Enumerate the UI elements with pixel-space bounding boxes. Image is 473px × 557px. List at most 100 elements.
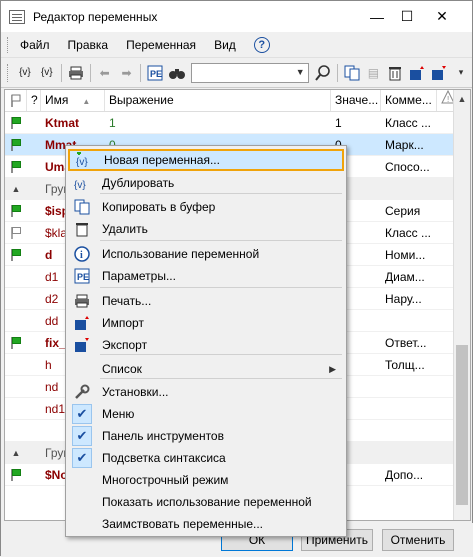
- menu-variable[interactable]: Переменная: [126, 38, 196, 52]
- new-variable-icon[interactable]: {v}: [14, 62, 36, 84]
- delete-icon: [68, 221, 96, 237]
- toolbar-separator: [89, 63, 91, 82]
- context-menu-item[interactable]: Установки...: [68, 381, 344, 403]
- redo-icon[interactable]: ➡: [116, 62, 138, 84]
- search-combo[interactable]: ▼: [191, 62, 309, 83]
- context-menu-item[interactable]: {v} Дублировать: [68, 172, 344, 194]
- duplicate-icon: {v}: [68, 175, 96, 191]
- column-name-label: Имя: [45, 93, 69, 107]
- context-menu-label: Список: [102, 362, 142, 376]
- context-menu-item[interactable]: Экспорт: [68, 334, 344, 356]
- flag-icon: [5, 332, 27, 353]
- cell-value: 1: [335, 116, 342, 130]
- context-menu-item[interactable]: ✔ Подсветка синтаксиса: [68, 447, 344, 469]
- menu-separator: [100, 378, 342, 379]
- context-menu-item[interactable]: Заимствовать переменные...: [68, 513, 344, 535]
- cell-comment: Серия: [385, 204, 421, 218]
- sort-arrow-icon: ▲: [82, 97, 91, 106]
- search-icon[interactable]: [312, 62, 334, 84]
- context-menu-item[interactable]: ✔ Панель инструментов: [68, 425, 344, 447]
- column-q[interactable]: ?: [27, 90, 41, 111]
- context-menu-label: Дублировать: [102, 176, 175, 190]
- check-icon: ✔: [68, 426, 96, 446]
- context-menu-item[interactable]: ✔ Меню: [68, 403, 344, 425]
- context-menu-item[interactable]: Удалить: [68, 218, 344, 240]
- collapse-icon[interactable]: ▲: [5, 178, 27, 199]
- cell-comment: Толщ...: [385, 358, 425, 372]
- context-menu-label: Использование переменной: [102, 247, 260, 261]
- menu-file[interactable]: Файл: [20, 38, 50, 52]
- parameters-icon[interactable]: PE: [144, 62, 166, 84]
- menu-view[interactable]: Вид: [214, 38, 236, 52]
- cell-q: [27, 442, 41, 463]
- import-icon[interactable]: [406, 62, 428, 84]
- flag-icon: [5, 464, 27, 485]
- context-menu-item[interactable]: Список ▶: [68, 358, 344, 380]
- cell-q: [27, 200, 41, 221]
- context-menu-item[interactable]: PE Параметры...: [68, 265, 344, 287]
- cell-q: [27, 244, 41, 265]
- cell-comment: Допо...: [385, 468, 424, 482]
- context-menu-item[interactable]: Печать...: [68, 290, 344, 312]
- context-menu-item[interactable]: Показать использование переменной: [68, 491, 344, 513]
- toolbar-separator: [60, 63, 62, 82]
- svg-text:PE: PE: [77, 272, 89, 282]
- cell-comment: Номи...: [385, 248, 426, 262]
- context-menu-label: Экспорт: [102, 338, 148, 352]
- menu-edit[interactable]: Правка: [68, 38, 109, 52]
- context-menu-item[interactable]: {v} Новая переменная...: [68, 149, 344, 171]
- flag-icon: [5, 134, 27, 155]
- toolbar-overflow-icon[interactable]: ▾: [450, 62, 472, 84]
- context-menu-label: Установки...: [102, 385, 169, 399]
- flag-icon: [5, 112, 27, 133]
- flag-icon: [5, 222, 27, 243]
- close-button[interactable]: ✕: [426, 1, 458, 32]
- copy-icon[interactable]: [341, 62, 363, 84]
- cell-q: [27, 354, 41, 375]
- cell-comment: Марк...: [385, 138, 424, 152]
- help-icon[interactable]: ?: [253, 36, 270, 53]
- minimize-button[interactable]: —: [361, 1, 393, 32]
- cell-q: [27, 266, 41, 287]
- print-icon: [68, 294, 96, 308]
- context-menu-label: Многострочный режим: [102, 473, 229, 487]
- cell-q: [27, 332, 41, 353]
- column-expression[interactable]: Выражение: [105, 90, 331, 111]
- table-row[interactable]: Ktmat 1 1 Класс ...: [5, 112, 470, 134]
- parameters-icon: PE: [68, 268, 96, 284]
- import-icon: [68, 315, 96, 331]
- delete-icon[interactable]: [384, 62, 406, 84]
- grid-header: ? Имя ▲ Выражение Значе... Комме... !: [5, 90, 470, 112]
- duplicate-icon[interactable]: {v}: [36, 62, 58, 84]
- column-value[interactable]: Значе...: [331, 90, 381, 111]
- settings-icon: [68, 384, 96, 400]
- column-name[interactable]: Имя ▲: [41, 90, 105, 111]
- undo-icon[interactable]: ⬅: [94, 62, 116, 84]
- context-menu-item[interactable]: Копировать в буфер: [68, 196, 344, 218]
- context-menu-item[interactable]: i Использование переменной: [68, 243, 344, 265]
- collapse-icon[interactable]: ▲: [5, 442, 27, 463]
- column-comment[interactable]: Комме...: [381, 90, 437, 111]
- export-icon[interactable]: [428, 62, 450, 84]
- paste-icon[interactable]: ▤: [362, 62, 384, 84]
- submenu-arrow-icon: ▶: [329, 363, 336, 374]
- context-menu-item[interactable]: Многострочный режим: [68, 469, 344, 491]
- print-icon[interactable]: [65, 62, 87, 84]
- cancel-button[interactable]: Отменить: [382, 529, 454, 551]
- context-menu-label: Подсветка синтаксиса: [102, 451, 226, 465]
- window-title: Редактор переменных: [33, 9, 158, 24]
- cell-expression: 1: [109, 116, 116, 130]
- toolbar: {v} {v} ⬅ ➡ PE ▼ ▤ ▾: [1, 58, 472, 88]
- vertical-scrollbar[interactable]: ▲: [453, 90, 470, 520]
- chevron-down-icon[interactable]: ▼: [296, 67, 305, 77]
- flag-column-header[interactable]: [5, 90, 27, 111]
- binoculars-icon[interactable]: [166, 62, 188, 84]
- menu-separator: [100, 193, 342, 194]
- scroll-thumb[interactable]: [456, 345, 468, 505]
- context-menu-item[interactable]: Импорт: [68, 312, 344, 334]
- flag-cell: [5, 310, 27, 331]
- maximize-button[interactable]: ☐: [391, 1, 423, 32]
- cell-q: [27, 288, 41, 309]
- toolbar-grip: [7, 63, 10, 82]
- scroll-up-arrow-icon[interactable]: ▲: [454, 90, 470, 107]
